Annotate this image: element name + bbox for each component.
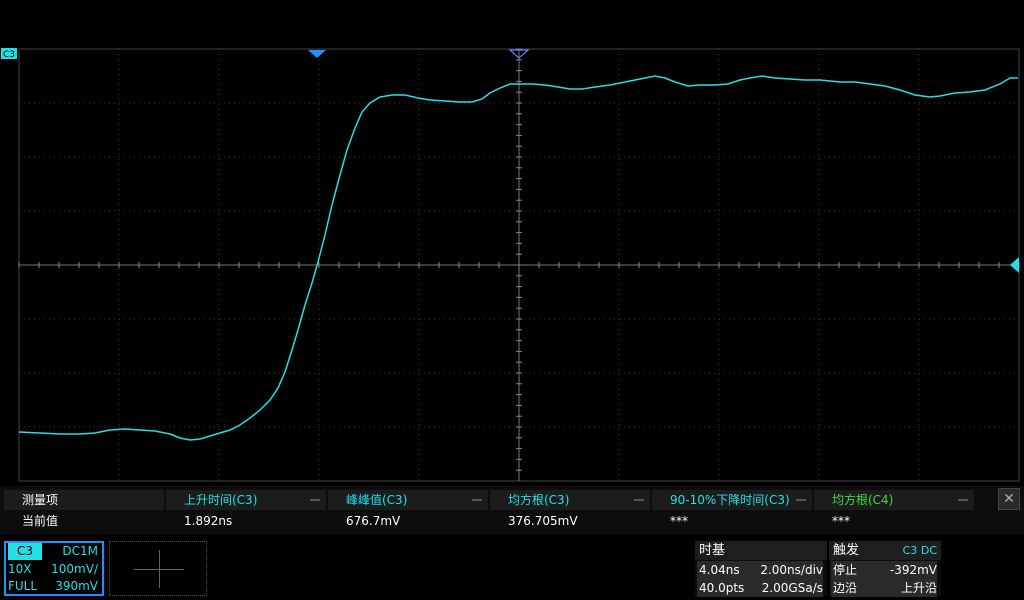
measure-row-labels: 测量项 当前值 bbox=[4, 486, 164, 534]
measure-item-name: 均方根(C4) bbox=[814, 490, 974, 510]
trigger-level-marker bbox=[1010, 257, 1019, 273]
measure-item-value: 1.892ns bbox=[184, 514, 233, 528]
close-icon[interactable]: ✕ bbox=[998, 488, 1020, 510]
timebase-title: 时基 bbox=[695, 541, 827, 560]
measure-item[interactable]: 90-10%下降时间(C3) *** bbox=[652, 486, 812, 534]
trigger-state: 停止 bbox=[831, 561, 873, 579]
timebase-delay: 4.04ns bbox=[697, 561, 759, 579]
waveform-display[interactable]: C3 bbox=[0, 0, 1024, 484]
trigger-level: -392mV bbox=[873, 561, 937, 579]
vertical-offset: 390mV bbox=[55, 579, 98, 593]
channel-marker-label: C3 bbox=[3, 50, 15, 60]
trigger-source: C3 DC bbox=[902, 544, 937, 557]
measure-item-value: *** bbox=[832, 514, 850, 528]
timebase-scale: 2.00ns/div bbox=[759, 561, 823, 579]
measure-item[interactable]: 均方根(C3) 376.705mV bbox=[490, 486, 650, 534]
measure-item-value: 676.7mV bbox=[346, 514, 401, 528]
trigger-type: 边沿 bbox=[831, 579, 873, 597]
measure-value-label: 当前值 bbox=[22, 514, 59, 528]
graticule bbox=[18, 48, 1020, 482]
dash-icon bbox=[310, 499, 320, 501]
channel-c3-box[interactable]: C3 DC1M 10X 100mV/ FULL 390mV bbox=[4, 541, 104, 596]
measure-header-label: 测量项 bbox=[4, 490, 164, 510]
measure-item[interactable]: 峰峰值(C3) 676.7mV bbox=[328, 486, 488, 534]
dash-icon bbox=[472, 499, 482, 501]
dash-icon bbox=[796, 499, 806, 501]
empty-channel-slot[interactable] bbox=[109, 541, 207, 596]
probe-attenuation: 10X bbox=[8, 562, 32, 576]
measure-item-name: 上升时间(C3) bbox=[166, 490, 326, 510]
trigger-panel[interactable]: 触发 C3 DC 停止 -392mV 边沿 上升沿 bbox=[829, 541, 941, 597]
bandwidth-limit: FULL bbox=[8, 579, 38, 593]
measurement-panel: 测量项 当前值 上升时间(C3) 1.892ns 峰峰值(C3) 676.7mV 均方根… bbox=[0, 486, 1024, 534]
vertical-scale: 100mV/ bbox=[51, 562, 98, 576]
sample-rate: 2.00GSa/s bbox=[759, 579, 823, 597]
dash-icon bbox=[634, 499, 644, 501]
channel-name: C3 bbox=[8, 543, 43, 560]
timebase-panel[interactable]: 时基 4.04ns 2.00ns/div 40.0pts 2.00GSa/s bbox=[695, 541, 827, 597]
measure-item-value: 376.705mV bbox=[508, 514, 578, 528]
measure-item-name: 均方根(C3) bbox=[490, 490, 650, 510]
trigger-position-marker bbox=[308, 50, 326, 58]
channel-coupling: DC1M bbox=[62, 544, 98, 558]
dash-icon bbox=[958, 499, 968, 501]
measure-item-value: *** bbox=[670, 514, 688, 528]
measure-item-name: 90-10%下降时间(C3) bbox=[652, 490, 812, 510]
measure-item[interactable]: 上升时间(C3) 1.892ns bbox=[166, 486, 326, 534]
crosshair-icon-v bbox=[159, 550, 160, 588]
measure-item-name: 峰峰值(C3) bbox=[328, 490, 488, 510]
trigger-slope: 上升沿 bbox=[873, 579, 937, 597]
measure-item[interactable]: 均方根(C4) *** bbox=[814, 486, 974, 534]
memory-depth: 40.0pts bbox=[697, 579, 759, 597]
